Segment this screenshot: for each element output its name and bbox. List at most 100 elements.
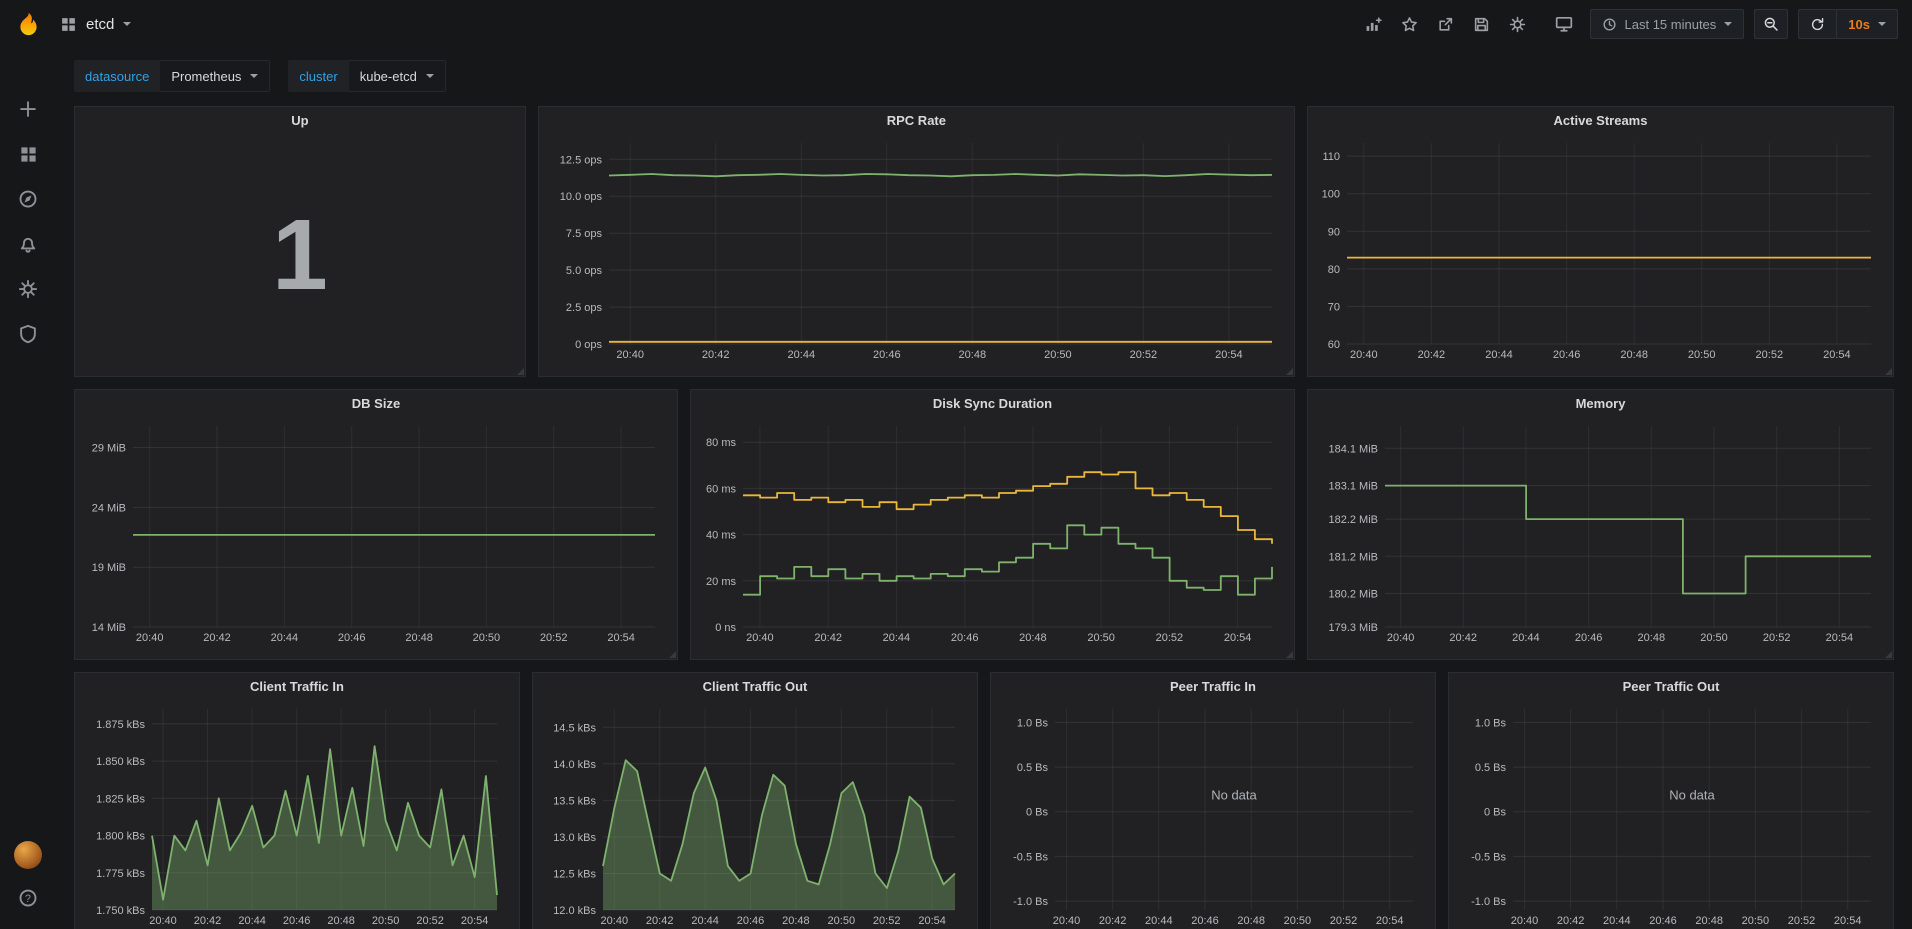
add-panel-button[interactable] (1358, 9, 1390, 39)
rpc-rate-chart[interactable]: 20:4020:4220:4420:4620:4820:5020:5220:54… (547, 135, 1286, 370)
svg-text:80: 80 (1328, 264, 1340, 276)
active-streams-chart[interactable]: 20:4020:4220:4420:4620:4820:5020:5220:54… (1316, 135, 1885, 370)
peer-traffic-in-chart[interactable]: 20:4020:4220:4420:4620:4820:5020:5220:54… (999, 701, 1427, 929)
cycle-view-mode-button[interactable] (1548, 9, 1580, 39)
zoom-out-time-button[interactable] (1754, 9, 1788, 39)
svg-text:40 ms: 40 ms (706, 530, 736, 542)
client-traffic-out-chart[interactable]: 20:4020:4220:4420:4620:4820:5020:5220:54… (541, 701, 969, 929)
panel-title-disk-sync-duration[interactable]: Disk Sync Duration (691, 390, 1294, 418)
grafana-logo[interactable] (0, 11, 56, 38)
svg-text:60: 60 (1328, 339, 1340, 351)
user-avatar[interactable] (14, 841, 42, 869)
panel-client-traffic-out: Client Traffic Out 20:4020:4220:4420:462… (532, 672, 978, 929)
svg-text:20:40: 20:40 (1053, 915, 1081, 927)
client-traffic-in-chart[interactable]: 20:4020:4220:4420:4620:4820:5020:5220:54… (83, 701, 511, 929)
time-range-label: Last 15 minutes (1625, 17, 1717, 32)
svg-text:20:50: 20:50 (1700, 632, 1728, 644)
panel-title-up[interactable]: Up (75, 107, 525, 135)
svg-text:20:40: 20:40 (1350, 349, 1378, 361)
svg-text:20:46: 20:46 (1553, 349, 1581, 361)
template-variables-row: datasource Prometheus cluster kube-etcd (74, 60, 1894, 92)
svg-text:No data: No data (1211, 788, 1257, 803)
svg-text:20:40: 20:40 (149, 915, 177, 927)
panel-title-rpc-rate[interactable]: RPC Rate (539, 107, 1294, 135)
svg-text:10.0 ops: 10.0 ops (560, 191, 603, 203)
svg-text:1.800 kBs: 1.800 kBs (96, 831, 145, 843)
sidebar-item-help[interactable]: ? (17, 887, 39, 909)
panel-title-active-streams[interactable]: Active Streams (1308, 107, 1893, 135)
time-range-picker[interactable]: Last 15 minutes (1590, 9, 1745, 39)
svg-text:20:44: 20:44 (691, 915, 719, 927)
panel-title-peer-traffic-out[interactable]: Peer Traffic Out (1449, 673, 1893, 701)
svg-text:20:54: 20:54 (1826, 632, 1854, 644)
refresh-interval-label[interactable]: 10s (1848, 17, 1870, 32)
svg-text:20:44: 20:44 (883, 632, 911, 644)
svg-text:20:52: 20:52 (873, 915, 901, 927)
panel-title-peer-traffic-in[interactable]: Peer Traffic In (991, 673, 1435, 701)
svg-text:20:48: 20:48 (958, 349, 986, 361)
db-size-chart[interactable]: 20:4020:4220:4420:4620:4820:5020:5220:54… (83, 418, 669, 653)
svg-text:20:46: 20:46 (338, 632, 366, 644)
svg-text:182.2 MiB: 182.2 MiB (1329, 514, 1379, 526)
svg-text:20:40: 20:40 (136, 632, 164, 644)
share-dashboard-button[interactable] (1430, 9, 1462, 39)
svg-text:-1.0 Bs: -1.0 Bs (1471, 896, 1506, 908)
refresh-button[interactable] (1810, 17, 1825, 32)
memory-chart[interactable]: 20:4020:4220:4420:4620:4820:5020:5220:54… (1316, 418, 1885, 653)
bar-chart-plus-icon (1365, 16, 1382, 33)
refresh-picker: 10s (1798, 9, 1898, 39)
peer-traffic-out-chart[interactable]: 20:4020:4220:4420:4620:4820:5020:5220:54… (1457, 701, 1885, 929)
svg-text:0 Bs: 0 Bs (1026, 807, 1049, 819)
svg-text:20:52: 20:52 (1156, 632, 1184, 644)
svg-text:20:42: 20:42 (814, 632, 842, 644)
sidebar-item-alerting[interactable] (17, 233, 39, 255)
svg-text:20:54: 20:54 (918, 915, 946, 927)
panel-client-traffic-in: Client Traffic In 20:4020:4220:4420:4620… (74, 672, 520, 929)
svg-text:20:40: 20:40 (1387, 632, 1415, 644)
help-icon: ? (18, 888, 38, 908)
panel-title-db-size[interactable]: DB Size (75, 390, 677, 418)
panel-title-memory[interactable]: Memory (1308, 390, 1893, 418)
svg-text:20:54: 20:54 (1224, 632, 1252, 644)
svg-text:20:50: 20:50 (1284, 915, 1312, 927)
sidebar-item-dashboards[interactable] (17, 143, 39, 165)
save-dashboard-button[interactable] (1466, 9, 1498, 39)
panel-memory: Memory 20:4020:4220:4420:4620:4820:5020:… (1307, 389, 1894, 660)
sidebar-item-create[interactable] (17, 98, 39, 120)
svg-text:0 ops: 0 ops (575, 339, 602, 351)
svg-text:80 ms: 80 ms (706, 437, 736, 449)
panel-title-client-traffic-out[interactable]: Client Traffic Out (533, 673, 977, 701)
svg-text:1.850 kBs: 1.850 kBs (96, 756, 145, 768)
dashboard-settings-button[interactable] (1502, 9, 1534, 39)
star-dashboard-button[interactable] (1394, 9, 1426, 39)
dashboard-picker[interactable]: etcd (56, 16, 131, 33)
svg-text:20:52: 20:52 (1330, 915, 1358, 927)
svg-text:20:44: 20:44 (1603, 915, 1631, 927)
svg-text:181.2 MiB: 181.2 MiB (1329, 551, 1379, 563)
variable-datasource-label: datasource (74, 60, 160, 92)
svg-text:20:42: 20:42 (702, 349, 730, 361)
variable-datasource-selected: Prometheus (171, 69, 241, 84)
svg-text:20:48: 20:48 (1620, 349, 1648, 361)
panel-title-client-traffic-in[interactable]: Client Traffic In (75, 673, 519, 701)
svg-text:24 MiB: 24 MiB (92, 502, 126, 514)
variable-cluster-value[interactable]: kube-etcd (349, 60, 446, 92)
variable-datasource-value[interactable]: Prometheus (160, 60, 270, 92)
svg-text:20:48: 20:48 (1019, 632, 1047, 644)
svg-text:20:54: 20:54 (1215, 349, 1243, 361)
sidebar-item-explore[interactable] (17, 188, 39, 210)
magnifier-icon (1763, 16, 1779, 32)
svg-text:0.5 Bs: 0.5 Bs (1475, 762, 1507, 774)
grid-squares-icon (19, 145, 38, 164)
svg-text:?: ? (25, 893, 31, 905)
svg-text:20:48: 20:48 (1237, 915, 1265, 927)
gear-icon (1509, 16, 1526, 33)
svg-text:20:44: 20:44 (238, 915, 266, 927)
disk-sync-duration-chart[interactable]: 20:4020:4220:4420:4620:4820:5020:5220:54… (699, 418, 1286, 653)
sidebar-item-configuration[interactable] (17, 278, 39, 300)
svg-text:20:54: 20:54 (1834, 915, 1862, 927)
sidebar-item-server-admin[interactable] (17, 323, 39, 345)
svg-text:2.5 ops: 2.5 ops (566, 302, 603, 314)
chevron-down-icon (1878, 22, 1886, 26)
svg-text:20:54: 20:54 (1823, 349, 1851, 361)
